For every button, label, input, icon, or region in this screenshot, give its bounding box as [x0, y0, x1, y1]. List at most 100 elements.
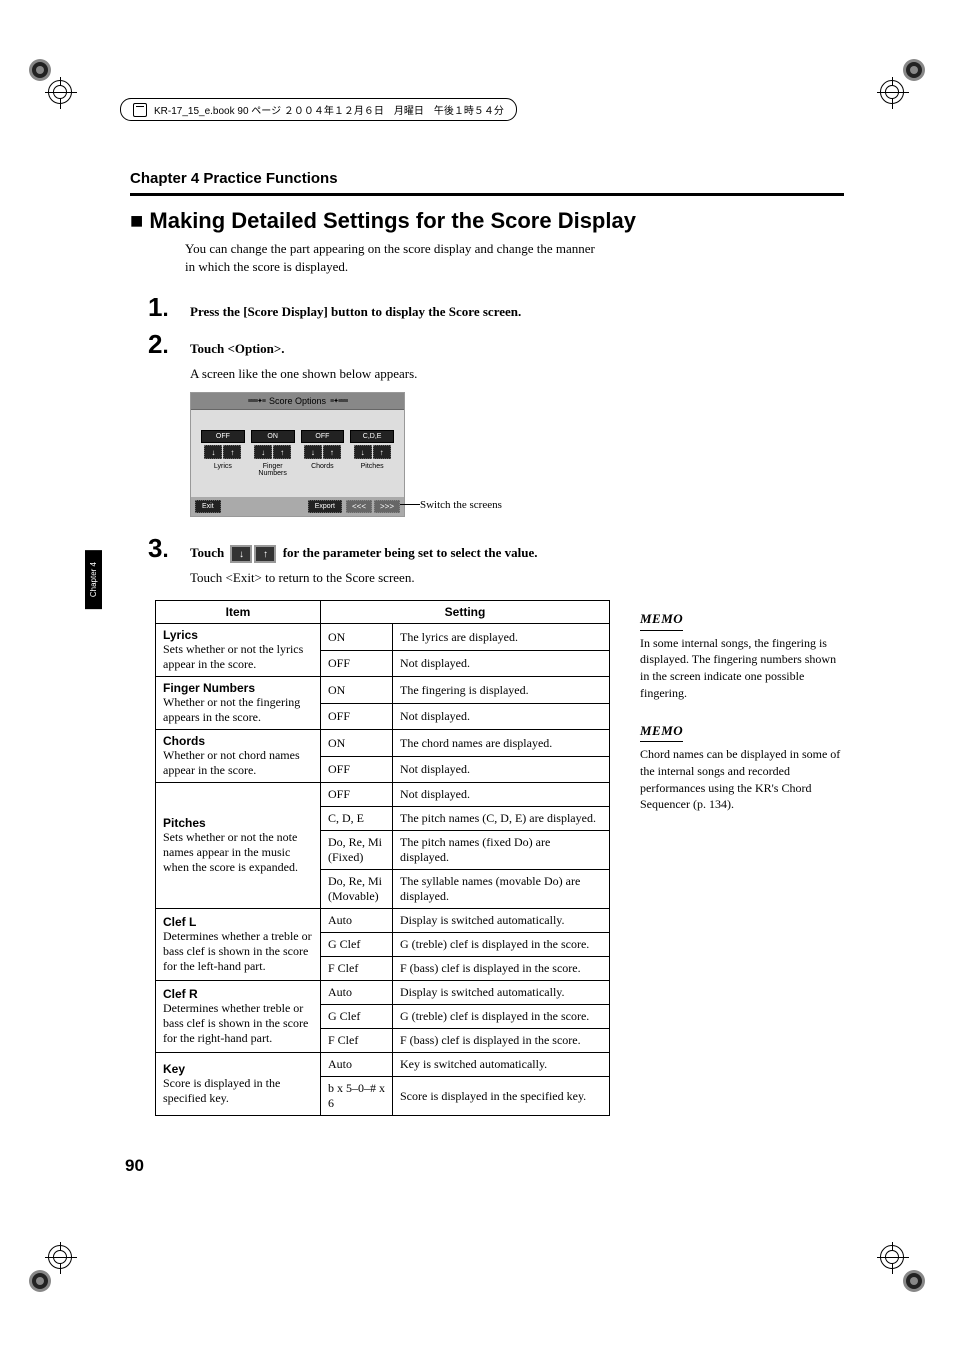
score-options-screenshot: ≡≡≡✦≡ Score Options ≡✦≡≡≡ OFF ON OFF C,D… — [190, 392, 844, 517]
option-finger-value[interactable]: ON — [251, 430, 295, 443]
step-3-post: for the parameter being set to select th… — [283, 545, 538, 560]
down-arrow-icon[interactable]: ↓ — [230, 545, 252, 563]
option-pitches-value[interactable]: C,D,E — [350, 430, 394, 443]
setting-value: F Clef — [321, 957, 393, 981]
item-cell: KeyScore is displayed in the specified k… — [156, 1053, 321, 1116]
item-cell: PitchesSets whether or not the note name… — [156, 783, 321, 909]
step-3-pre: Touch — [190, 545, 227, 560]
step-3-sub: Touch <Exit> to return to the Score scre… — [190, 570, 844, 586]
pitches-up-icon[interactable]: ↑ — [373, 445, 391, 459]
setting-value: OFF — [321, 650, 393, 677]
setting-description: F (bass) clef is displayed in the score. — [393, 957, 610, 981]
th-setting: Setting — [321, 601, 610, 624]
title-deco-right: ≡✦≡≡≡ — [330, 397, 347, 405]
setting-value: ON — [321, 677, 393, 704]
setting-value: Do, Re, Mi (Movable) — [321, 870, 393, 909]
export-button[interactable]: Export — [308, 500, 342, 513]
pitches-down-icon[interactable]: ↓ — [354, 445, 372, 459]
page-number: 90 — [125, 1156, 144, 1176]
setting-description: The chord names are displayed. — [393, 730, 610, 757]
option-lyrics-value[interactable]: OFF — [201, 430, 245, 443]
table-row: LyricsSets whether or not the lyrics app… — [156, 624, 610, 651]
exit-button[interactable]: Exit — [195, 500, 221, 513]
option-chords-value[interactable]: OFF — [301, 430, 345, 443]
registration-mark-icon — [899, 55, 929, 85]
print-header: KR-17_15_e.book 90 ページ ２００４年１２月６日 月曜日 午後… — [120, 98, 517, 121]
table-row: ChordsWhether or not chord names appear … — [156, 730, 610, 757]
chords-up-icon[interactable]: ↑ — [323, 445, 341, 459]
setting-description: Not displayed. — [393, 650, 610, 677]
table-row: KeyScore is displayed in the specified k… — [156, 1053, 610, 1077]
header-rule — [130, 193, 844, 196]
setting-value: C, D, E — [321, 807, 393, 831]
callout-line — [400, 504, 420, 505]
next-screen-icon[interactable]: >>> — [374, 500, 400, 513]
label-chords: Chords — [301, 463, 345, 477]
chords-down-icon[interactable]: ↓ — [304, 445, 322, 459]
item-name: Clef L — [163, 915, 313, 929]
setting-value: G Clef — [321, 933, 393, 957]
lyrics-down-icon[interactable]: ↓ — [204, 445, 222, 459]
item-name: Clef R — [163, 987, 313, 1001]
registration-mark-icon — [899, 1266, 929, 1296]
label-lyrics: Lyrics — [201, 463, 245, 477]
step-2-text: Touch <Option>. — [190, 341, 285, 357]
finger-down-icon[interactable]: ↓ — [254, 445, 272, 459]
step-3: 3. Touch ↓ ↑ for the parameter being set… — [130, 533, 844, 564]
step-3-number: 3 — [148, 533, 162, 563]
item-desc: Sets whether or not the note names appea… — [163, 830, 313, 875]
up-arrow-icon[interactable]: ↑ — [254, 545, 276, 563]
registration-mark-icon — [25, 55, 55, 85]
item-name: Lyrics — [163, 628, 313, 642]
setting-value: OFF — [321, 703, 393, 730]
item-desc: Score is displayed in the specified key. — [163, 1076, 313, 1106]
step-1-text: Press the [Score Display] button to disp… — [190, 304, 521, 320]
setting-value: ON — [321, 730, 393, 757]
memo-label-2: MEMO — [640, 722, 683, 742]
item-desc: Whether or not chord names appear in the… — [163, 748, 313, 778]
section-title: ■ Making Detailed Settings for the Score… — [130, 208, 844, 234]
step-1-number: 1 — [148, 292, 162, 322]
item-name: Chords — [163, 734, 313, 748]
setting-description: The syllable names (movable Do) are disp… — [393, 870, 610, 909]
setting-description: Display is switched automatically. — [393, 909, 610, 933]
setting-description: The pitch names (C, D, E) are displayed. — [393, 807, 610, 831]
item-desc: Determines whether a treble or bass clef… — [163, 929, 313, 974]
setting-value: ON — [321, 624, 393, 651]
item-name: Key — [163, 1062, 313, 1076]
step-2-number: 2 — [148, 329, 162, 359]
label-finger: Finger Numbers — [251, 463, 295, 477]
table-row: Clef RDetermines whether treble or bass … — [156, 981, 610, 1005]
setting-description: G (treble) clef is displayed in the scor… — [393, 933, 610, 957]
finger-up-icon[interactable]: ↑ — [273, 445, 291, 459]
setting-description: Not displayed. — [393, 756, 610, 783]
item-name: Finger Numbers — [163, 681, 313, 695]
setting-value: G Clef — [321, 1005, 393, 1029]
setting-description: Key is switched automatically. — [393, 1053, 610, 1077]
item-cell: Clef RDetermines whether treble or bass … — [156, 981, 321, 1053]
setting-value: Auto — [321, 981, 393, 1005]
step-2: 2. Touch <Option>. — [130, 329, 844, 360]
switch-screens-label: Switch the screens — [420, 499, 502, 511]
setting-description: Not displayed. — [393, 783, 610, 807]
setting-description: The pitch names (fixed Do) are displayed… — [393, 831, 610, 870]
setting-description: Score is displayed in the specified key. — [393, 1077, 610, 1116]
setting-description: F (bass) clef is displayed in the score. — [393, 1029, 610, 1053]
setting-value: OFF — [321, 783, 393, 807]
item-cell: LyricsSets whether or not the lyrics app… — [156, 624, 321, 677]
memo-label-1: MEMO — [640, 610, 683, 630]
settings-table: Item Setting LyricsSets whether or not t… — [155, 600, 610, 1116]
th-item: Item — [156, 601, 321, 624]
prev-screen-icon[interactable]: <<< — [346, 500, 372, 513]
title-deco-left: ≡≡≡✦≡ — [248, 397, 265, 405]
step-1: 1. Press the [Score Display] button to d… — [130, 292, 844, 323]
registration-mark-icon — [25, 1266, 55, 1296]
item-cell: Finger NumbersWhether or not the fingeri… — [156, 677, 321, 730]
setting-description: The fingering is displayed. — [393, 677, 610, 704]
setting-description: G (treble) clef is displayed in the scor… — [393, 1005, 610, 1029]
setting-description: Not displayed. — [393, 703, 610, 730]
screenshot-title-text: Score Options — [269, 396, 326, 406]
setting-description: The lyrics are displayed. — [393, 624, 610, 651]
setting-description: Display is switched automatically. — [393, 981, 610, 1005]
lyrics-up-icon[interactable]: ↑ — [223, 445, 241, 459]
